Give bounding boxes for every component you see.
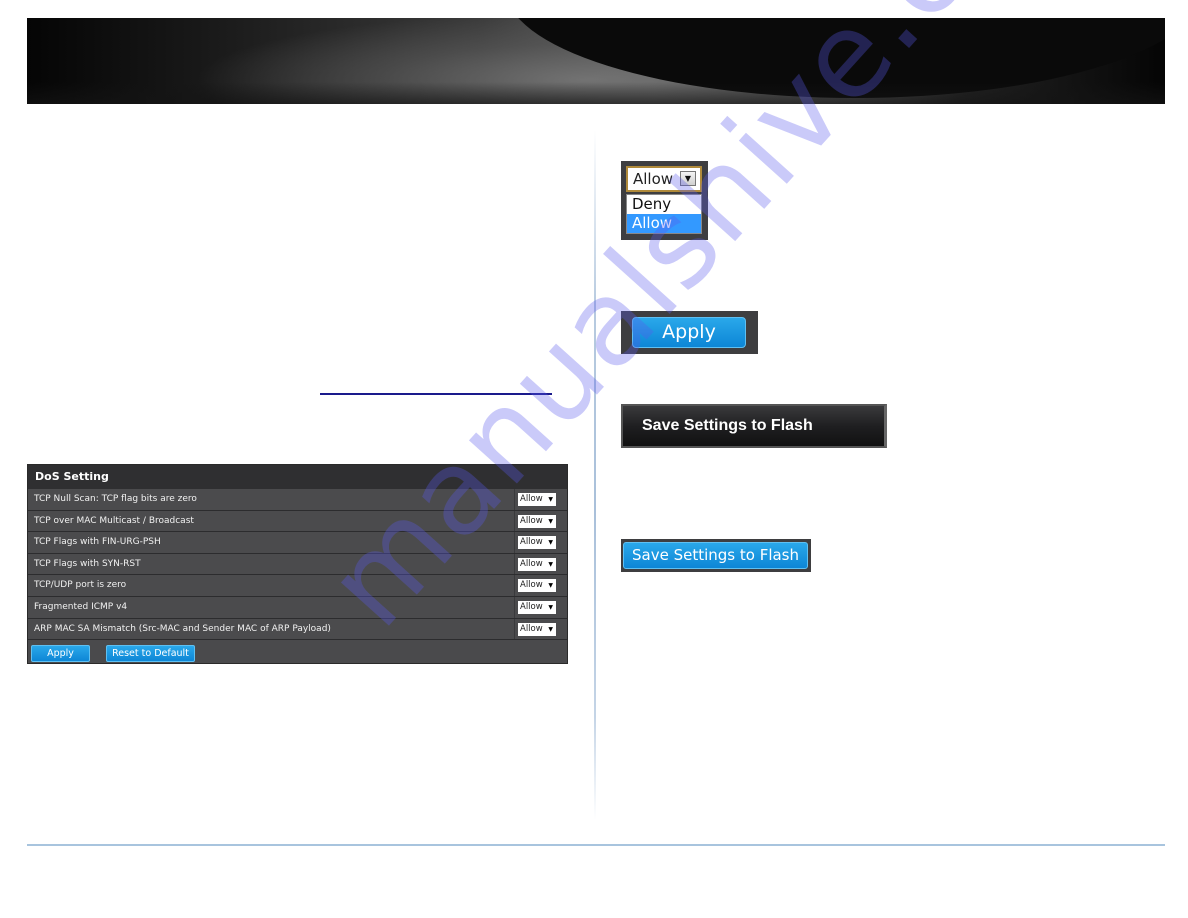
reset-to-default-button[interactable]: Reset to Default xyxy=(106,645,195,663)
cell-separator xyxy=(514,618,515,640)
save-settings-to-flash-button[interactable]: Save Settings to Flash xyxy=(623,542,808,569)
apply-button-large[interactable]: Apply xyxy=(632,317,746,348)
chevron-down-icon[interactable]: ▼ xyxy=(548,515,553,528)
dropdown-selected-value: Allow xyxy=(633,170,674,188)
action-dropdown[interactable]: Allow ▼ xyxy=(626,166,702,192)
cell-separator xyxy=(514,532,515,553)
dos-setting-row: Fragmented ICMP v4 Allow ▼ xyxy=(28,596,567,619)
dos-setting-label: ARP MAC SA Mismatch (Src-MAC and Sender … xyxy=(34,623,331,634)
dropdown-options-list: Deny Allow xyxy=(626,194,702,234)
cell-separator xyxy=(514,553,515,575)
select-value: Allow xyxy=(520,558,543,569)
footer-divider xyxy=(27,844,1165,846)
dos-action-select[interactable]: Allow ▼ xyxy=(518,514,556,528)
chevron-down-icon[interactable]: ▼ xyxy=(548,493,553,506)
dropdown-figure: Allow ▼ Deny Allow xyxy=(621,161,708,240)
dos-rows: TCP Null Scan: TCP flag bits are zero All… xyxy=(28,489,567,641)
banner-curve-graphic xyxy=(505,18,1165,98)
dos-setting-label: TCP over MAC Multicast / Broadcast xyxy=(34,515,194,526)
dos-setting-label: TCP Flags with FIN-URG-PSH xyxy=(34,537,161,548)
dos-action-select[interactable]: Allow ▼ xyxy=(518,600,556,614)
select-value: Allow xyxy=(520,515,543,526)
dos-action-select[interactable]: Allow ▼ xyxy=(518,493,556,506)
apply-figure: Apply xyxy=(621,311,758,354)
dos-action-select[interactable]: Allow ▼ xyxy=(518,536,556,550)
chevron-down-icon[interactable]: ▼ xyxy=(548,536,553,549)
select-value: Allow xyxy=(520,601,543,612)
save-settings-menu-item[interactable]: Save Settings to Flash xyxy=(621,404,887,448)
dos-setting-row: TCP/UDP port is zero Allow ▼ xyxy=(28,575,567,597)
hyperlink[interactable] xyxy=(320,393,552,395)
apply-button[interactable]: Apply xyxy=(31,645,90,663)
dos-setting-label: TCP/UDP port is zero xyxy=(34,580,127,591)
dos-setting-row: TCP Flags with FIN-URG-PSH Allow ▼ xyxy=(28,532,567,554)
header-banner xyxy=(27,18,1165,104)
cell-separator xyxy=(514,596,515,618)
dos-setting-row: TCP Flags with SYN-RST Allow ▼ xyxy=(28,553,567,576)
select-value: Allow xyxy=(520,623,543,634)
cell-separator xyxy=(514,489,515,510)
dos-setting-label: Fragmented ICMP v4 xyxy=(34,601,128,612)
chevron-down-icon[interactable]: ▼ xyxy=(548,579,553,592)
dos-setting-label: TCP Flags with SYN-RST xyxy=(34,558,141,569)
dos-action-select[interactable]: Allow ▼ xyxy=(518,622,556,636)
dropdown-option-allow[interactable]: Allow xyxy=(627,214,701,233)
cell-separator xyxy=(514,575,515,596)
dos-action-select[interactable]: Allow ▼ xyxy=(518,579,556,593)
cell-separator xyxy=(514,510,515,532)
dos-setting-row: TCP over MAC Multicast / Broadcast Allow ▼ xyxy=(28,510,567,533)
chevron-down-icon[interactable]: ▼ xyxy=(680,171,696,186)
dos-action-select[interactable]: Allow ▼ xyxy=(518,557,556,571)
select-value: Allow xyxy=(520,537,543,548)
dos-setting-title: DoS Setting xyxy=(28,465,567,489)
dos-setting-row: TCP Null Scan: TCP flag bits are zero All… xyxy=(28,489,567,511)
select-value: Allow xyxy=(520,494,543,504)
dos-setting-panel: DoS Setting TCP Null Scan: TCP flag bits… xyxy=(27,464,568,664)
dos-setting-row: ARP MAC SA Mismatch (Src-MAC and Sender … xyxy=(28,618,567,641)
chevron-down-icon[interactable]: ▼ xyxy=(548,601,553,614)
chevron-down-icon[interactable]: ▼ xyxy=(548,623,553,636)
select-value: Allow xyxy=(520,580,543,591)
chevron-down-icon[interactable]: ▼ xyxy=(548,558,553,571)
save-settings-figure: Save Settings to Flash xyxy=(621,539,811,572)
dos-setting-label: TCP Null Scan: TCP flag bits are zero xyxy=(34,494,197,504)
dos-actions: Apply Reset to Default xyxy=(28,640,567,664)
dropdown-option-deny[interactable]: Deny xyxy=(627,195,701,214)
column-divider xyxy=(594,130,596,820)
